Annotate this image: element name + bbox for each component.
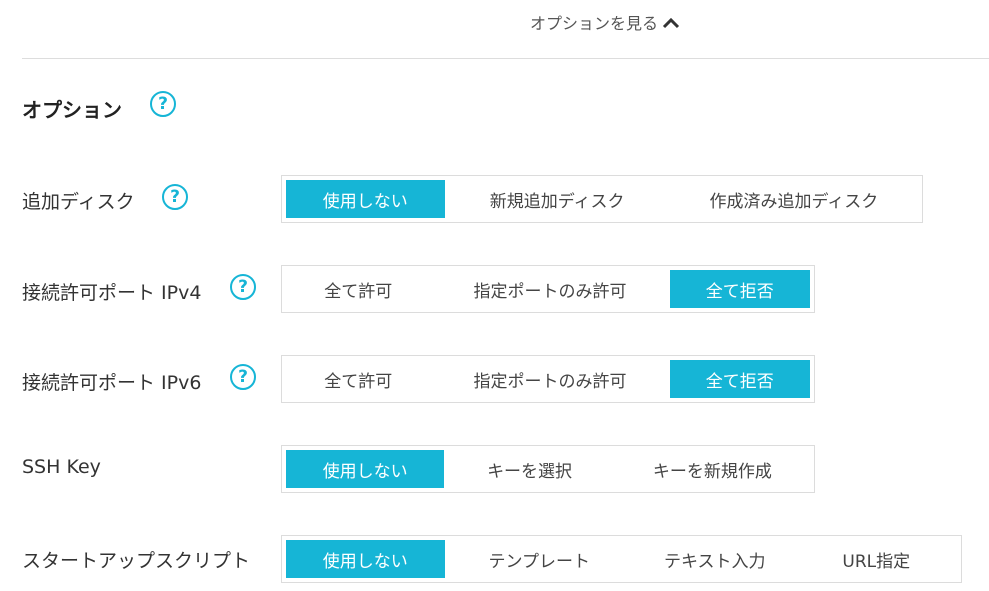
option-allow-specified[interactable]: 指定ポートのみ許可 [430,360,669,398]
option-deny-all[interactable]: 全て拒否 [669,270,811,308]
option-new-disk[interactable]: 新規追加ディスク [445,180,670,218]
startup-script-selector: 使用しない テンプレート テキスト入力 URL指定 [281,535,962,583]
option-url[interactable]: URL指定 [795,540,957,578]
option-text-input[interactable]: テキスト入力 [634,540,796,578]
row-label-ssh-key: SSH Key [22,456,101,478]
option-no-use[interactable]: 使用しない [286,540,445,578]
port-ipv4-selector: 全て許可 指定ポートのみ許可 全て拒否 [281,265,815,313]
row-label-port-ipv4: 接続許可ポート IPv4 [22,282,202,304]
option-existing-disk[interactable]: 作成済み追加ディスク [670,180,918,218]
option-new-key[interactable]: キーを新規作成 [615,450,810,488]
port-ipv6-selector: 全て許可 指定ポートのみ許可 全て拒否 [281,355,815,403]
help-glyph: ? [170,187,180,207]
option-allow-specified[interactable]: 指定ポートのみ許可 [430,270,669,308]
option-no-use[interactable]: 使用しない [286,450,445,488]
option-allow-all[interactable]: 全て許可 [286,270,430,308]
help-icon[interactable]: ? [230,364,256,390]
row-label-port-ipv6: 接続許可ポート IPv6 [22,372,202,394]
divider [22,58,989,59]
chevron-up-icon [662,15,680,34]
help-glyph: ? [238,277,248,297]
ssh-key-selector: 使用しない キーを選択 キーを新規作成 [281,445,815,493]
option-no-use[interactable]: 使用しない [286,180,445,218]
view-options-label: オプションを見る [529,14,658,33]
help-glyph: ? [158,94,168,114]
help-glyph: ? [238,367,248,387]
help-icon[interactable]: ? [230,274,256,300]
section-title: オプション [22,98,122,122]
view-options-toggle[interactable]: オプションを見る [0,10,989,34]
option-template[interactable]: テンプレート [445,540,634,578]
help-icon[interactable]: ? [150,91,176,117]
row-label-startup-script: スタートアップスクリプト [22,550,251,572]
help-icon[interactable]: ? [162,184,188,210]
option-select-key[interactable]: キーを選択 [444,450,614,488]
row-label-additional-disk: 追加ディスク [22,191,135,213]
additional-disk-selector: 使用しない 新規追加ディスク 作成済み追加ディスク [281,175,923,223]
option-allow-all[interactable]: 全て許可 [286,360,430,398]
option-deny-all[interactable]: 全て拒否 [669,360,811,398]
